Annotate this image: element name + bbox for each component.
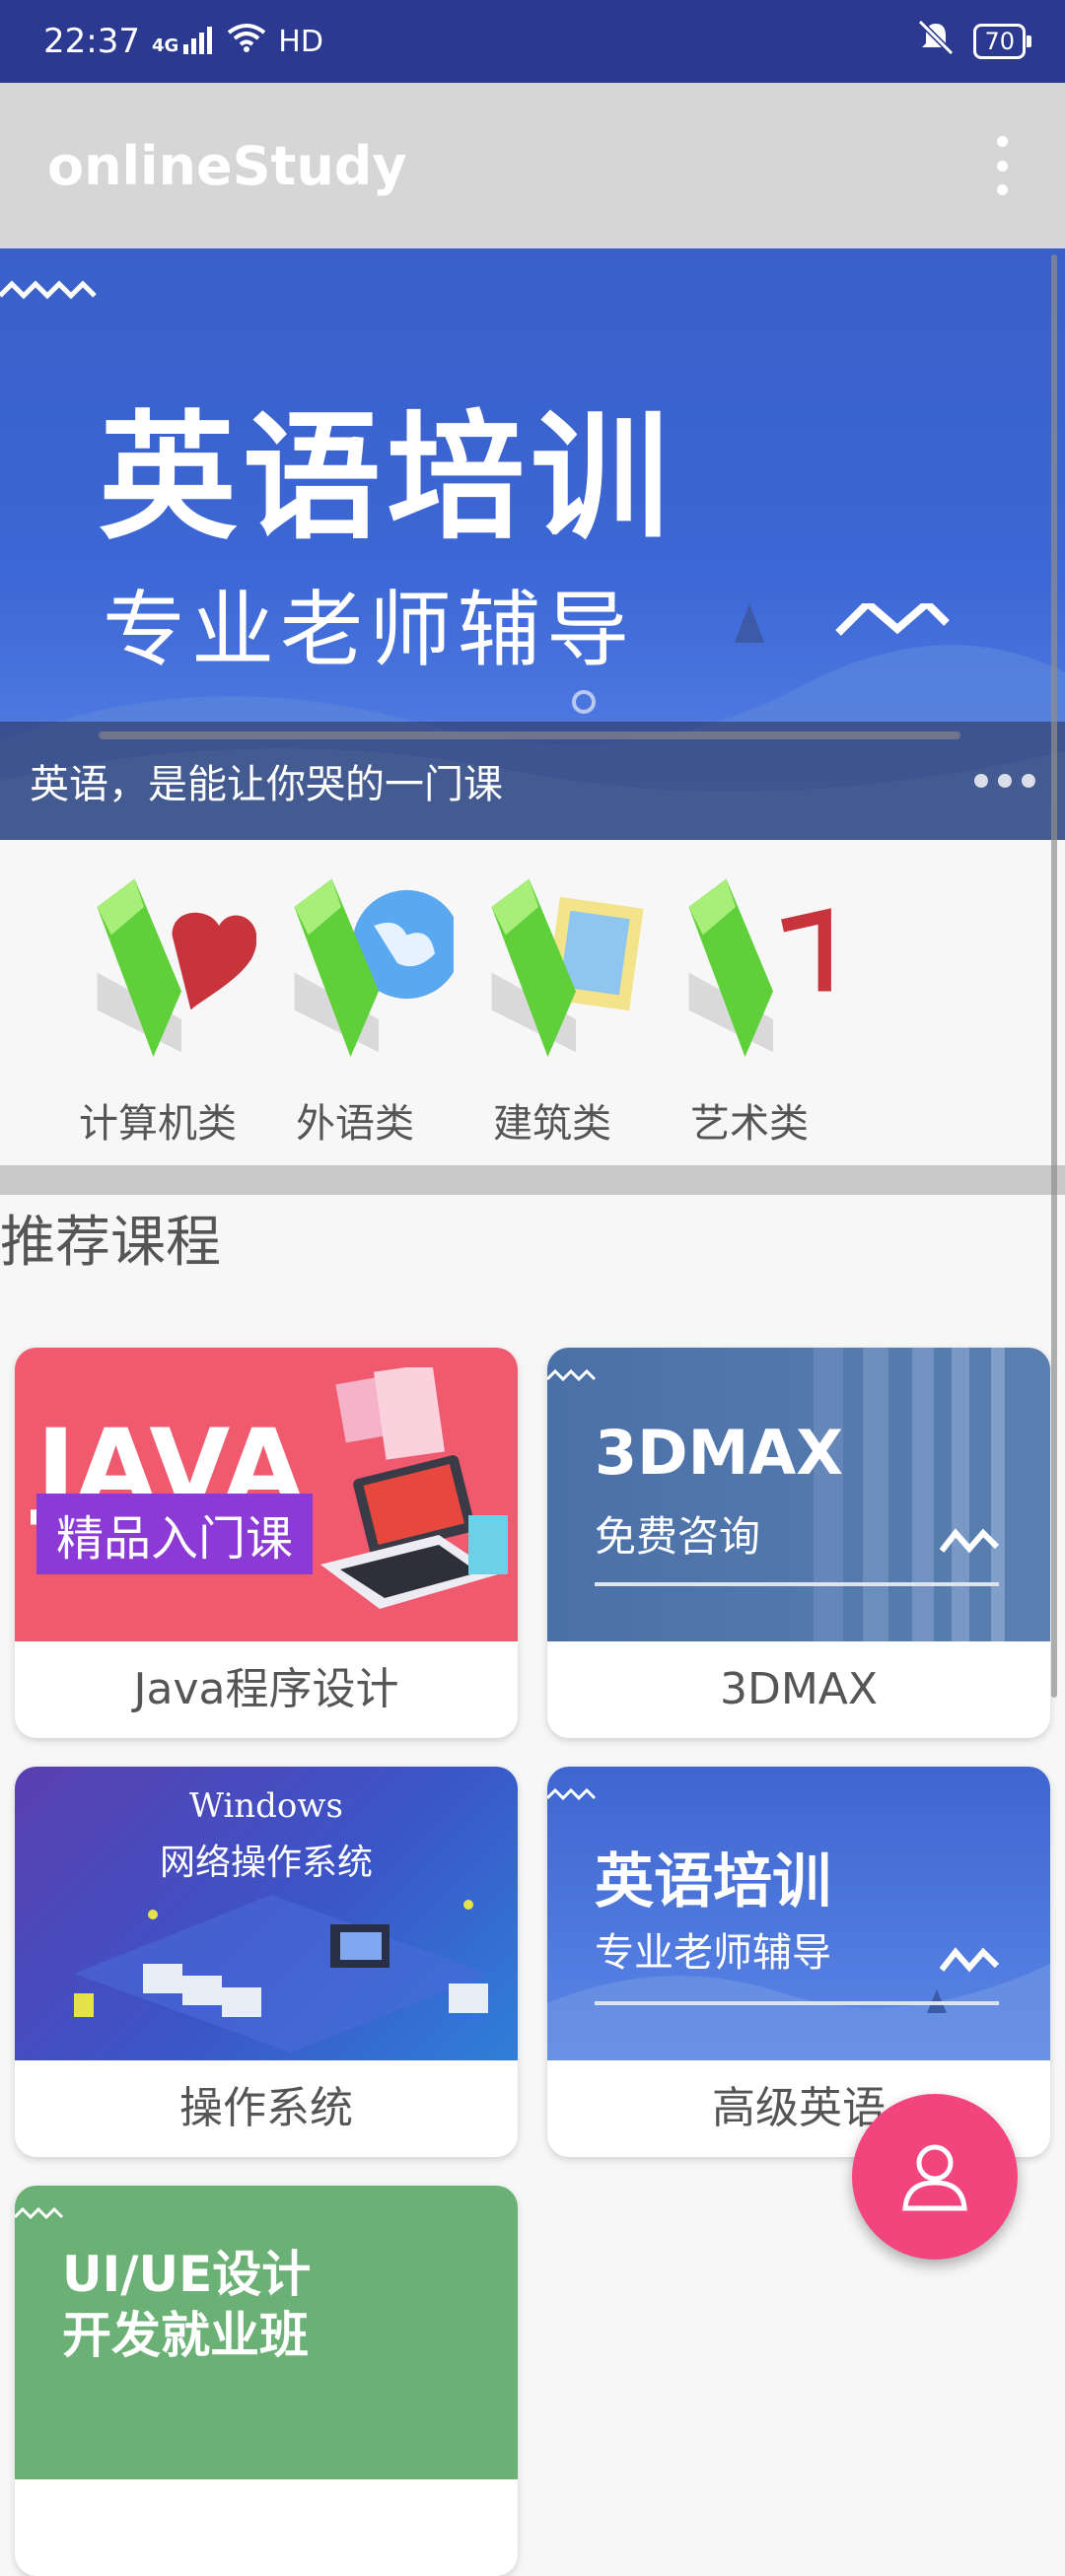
banner-caption: 英语，是能让你哭的一门课 <box>30 762 503 807</box>
wave-mark-icon <box>940 1947 999 1973</box>
server-network-icon <box>74 1895 488 2053</box>
category-language[interactable]: 外语类 <box>237 840 454 1165</box>
page-dot <box>998 774 1012 788</box>
clock: 22:37 <box>43 22 140 61</box>
folder-picture-icon <box>491 878 644 1057</box>
course-name: Java程序设计 <box>133 1664 399 1714</box>
thumb-badge: 精品入门课 <box>36 1494 314 1574</box>
course-name: 操作系统 <box>179 2083 353 2133</box>
course-card-3dmax[interactable]: 3DMAX 免费咨询 3DMAX <box>547 1348 1050 1738</box>
more-vert-icon[interactable] <box>982 136 1022 195</box>
thumb-title: Windows <box>189 1786 343 1826</box>
section-title: 推荐课程 <box>0 1211 221 1275</box>
app-title: onlineStudy <box>47 134 407 197</box>
app-bar: onlineStudy <box>0 83 1065 248</box>
status-bar: 22:37 4G HD 70 <box>0 0 1065 83</box>
battery-icon: 70 <box>973 24 1031 59</box>
category-art[interactable]: 艺术类 <box>631 840 848 1165</box>
category-label: 艺术类 <box>690 1101 809 1147</box>
folder-music-icon <box>688 878 831 1057</box>
zigzag-decoration-icon <box>547 1368 597 1382</box>
hd-label: HD <box>278 24 323 59</box>
course-thumbnail: JAVA 精品入门课 <box>15 1348 518 1641</box>
course-thumbnail: 3DMAX 免费咨询 <box>547 1348 1050 1641</box>
category-architecture[interactable]: 建筑类 <box>434 840 651 1165</box>
thumb-title: 英语培训 <box>595 1847 831 1916</box>
page-dot <box>974 774 988 788</box>
scrollbar[interactable] <box>1051 254 1057 1698</box>
thumb-divider <box>595 2001 999 2005</box>
category-strip[interactable]: 计算机类 外语类 建筑类 艺术类 <box>0 840 1065 1165</box>
page-indicator <box>974 774 1035 788</box>
folder-globe-icon <box>294 878 454 1057</box>
profile-fab[interactable] <box>852 2094 1018 2260</box>
section-divider <box>0 1165 1065 1195</box>
course-card-english[interactable]: 英语培训 专业老师辅导 高级英语 <box>547 1767 1050 2157</box>
page-dot <box>1022 774 1035 788</box>
thumb-title: 3DMAX <box>595 1417 844 1489</box>
person-icon <box>902 2144 967 2211</box>
thumb-divider <box>595 1582 999 1586</box>
zigzag-decoration-icon <box>547 1787 597 1801</box>
course-thumbnail: UI/UE设计 开发就业班 <box>15 2186 518 2479</box>
course-name: 3DMAX <box>719 1664 879 1714</box>
battery-level: 70 <box>984 28 1015 55</box>
banner-carousel[interactable]: 英语培训 专业老师辅导 英语，是能让你哭的一门课 <box>0 248 1065 840</box>
course-thumbnail: 英语培训 专业老师辅导 <box>547 1767 1050 2060</box>
course-card-uiue[interactable]: UI/UE设计 开发就业班 <box>15 2186 518 2576</box>
signal-icon: 4G <box>152 27 215 56</box>
laptop-icon <box>320 1367 508 1609</box>
category-computer[interactable]: 计算机类 <box>39 840 256 1165</box>
vibrate-icon <box>916 19 956 64</box>
network-type: 4G <box>151 35 179 56</box>
folder-heart-icon <box>97 878 256 1057</box>
banner-caption-bar: 英语，是能让你哭的一门课 <box>0 722 1065 840</box>
course-thumbnail: Windows 网络操作系统 <box>15 1767 518 2060</box>
wave-mark-icon <box>940 1528 999 1554</box>
zigzag-decoration-icon <box>15 2206 64 2220</box>
building-decoration-icon <box>814 1348 1005 1641</box>
course-card-java[interactable]: JAVA 精品入门课 Java程序设计 <box>15 1348 518 1738</box>
course-card-os[interactable]: Windows 网络操作系统 操作系统 <box>15 1767 518 2157</box>
thumb-subtitle: 免费咨询 <box>595 1512 761 1561</box>
zigzag-decoration-icon <box>0 280 97 300</box>
thumb-subtitle: 网络操作系统 <box>159 1843 373 1883</box>
thumb-subtitle: 专业老师辅导 <box>595 1930 831 1976</box>
banner-headline: 英语培训 <box>99 398 675 559</box>
wifi-icon <box>227 22 266 61</box>
